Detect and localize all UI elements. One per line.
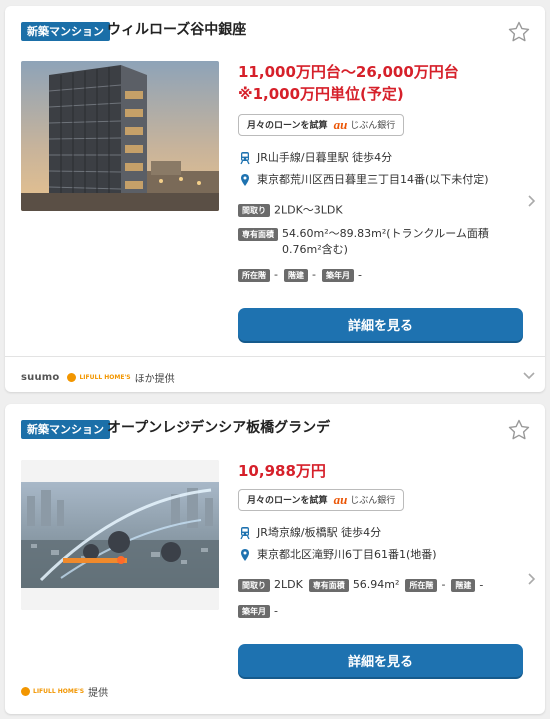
stories-tag: 階建 [451,578,476,592]
source-suffix: ほか提供 [134,374,175,385]
listing-photo[interactable] [21,460,219,610]
homes-logo: LIFULL HOME'S [21,687,84,696]
bank-name: じぶん銀行 [350,121,396,131]
price-note: ※1,000万円単位(予定) [238,85,404,103]
train-icon [240,151,250,164]
source-footer: LIFULL HOME'S 提供 [21,684,108,699]
address-row: 東京都北区滝野川6丁目61番1(地番) [238,547,528,562]
area-value: 54.60m²～89.83m²(トランクルーム面積0.76m²含む) [282,226,489,256]
loan-simulation-button[interactable]: 月々のローンを試算 au じぶん銀行 [238,488,405,511]
new-condo-badge: 新築マンション [21,420,110,439]
chevron-right-icon[interactable] [527,194,537,208]
floor-tag: 所在階 [238,268,270,282]
address-row: 東京都荒川区西日暮里三丁目14番(以下未付定) [238,172,528,187]
location-pin-icon [241,173,249,186]
specs: 間取り 2LDK～3LDK 専有面積 54.60m²～89.83m²(トランクルーム… [238,200,528,284]
built-row: 築年月 - [238,601,528,620]
area-tag: 専有面積 [308,578,349,592]
area-tag: 専有面積 [238,227,278,241]
station-text: JR埼京線/板橋駅 徒歩4分 [257,525,382,539]
stories-value: - [479,578,484,591]
specs: 間取り 2LDK 専有面積 56.94m² 所在階 - 階建 - 築年月 - [238,575,528,620]
listing-info: 10,988万円 月々のローンを試算 au じぶん銀行 JR埼京線/板橋駅 徒歩… [238,460,528,627]
listing-card[interactable]: 新築マンション オープンレジデンシア板橋グランデ 10,988万円 月々のローン… [5,404,545,714]
location-pin-icon [241,548,249,561]
built-value: - [274,604,278,617]
building-photo [21,61,219,211]
source-footer: suumo LIFULL HOME'S ほか提供 [21,370,175,385]
chevron-right-icon[interactable] [527,572,537,586]
station-row: JR埼京線/板橋駅 徒歩4分 [238,525,528,540]
divider [5,356,545,357]
au-logo: au [333,491,348,507]
aerial-photo [21,460,219,610]
detail-button[interactable]: 詳細を見る [238,308,523,341]
address-text: 東京都北区滝野川6丁目61番1(地番) [257,547,437,561]
star-icon[interactable] [507,20,531,44]
floor-value: - [274,268,278,281]
loan-label: 月々のローンを試算 [247,121,328,131]
listing-info: 11,000万円台～26,000万円台 ※1,000万円単位(予定) 月々のロー… [238,61,528,291]
layout-tag: 間取り [238,578,270,592]
layout-tag: 間取り [238,203,270,217]
price: 11,000万円台～26,000万円台 [238,63,459,81]
chevron-down-icon[interactable] [523,372,535,380]
stories-value: - [311,268,316,281]
area-value: 56.94m² [352,578,400,591]
train-icon [240,526,250,539]
floor-row: 所在階 - 階建 - 築年月 - [238,265,528,284]
star-icon[interactable] [507,418,531,442]
new-condo-badge: 新築マンション [21,22,110,41]
floor-tag: 所在階 [405,578,438,592]
stories-tag: 階建 [283,268,308,282]
listing-photo[interactable] [21,61,219,211]
au-logo: au [333,116,348,132]
built-tag: 築年月 [321,268,354,282]
bank-name: じぶん銀行 [350,496,396,506]
layout-row: 間取り 2LDK～3LDK [238,200,528,219]
floor-value: - [441,578,446,591]
source-suffix: 提供 [88,688,109,699]
homes-logo-text: LIFULL HOME'S [33,687,85,695]
listing-title[interactable]: オープンレジデンシア板橋グランデ [107,419,330,437]
layout-value: 2LDK～3LDK [274,203,343,216]
detail-button[interactable]: 詳細を見る [238,644,523,677]
listing-title[interactable]: ウィルローズ谷中銀座 [107,21,246,39]
suumo-logo: suumo [21,372,60,383]
area-row: 専有面積 54.60m²～89.83m²(トランクルーム面積0.76m²含む) [238,226,528,258]
layout-value: 2LDK [274,578,303,591]
homes-logo-text: LIFULL HOME'S [79,373,131,381]
layout-area-row: 間取り 2LDK 専有面積 56.94m² 所在階 - 階建 - [238,575,528,594]
station-text: JR山手線/日暮里駅 徒歩4分 [257,150,393,164]
address-text: 東京都荒川区西日暮里三丁目14番(以下未付定) [257,172,489,186]
homes-logo: LIFULL HOME'S [67,373,131,382]
station-row: JR山手線/日暮里駅 徒歩4分 [238,150,528,165]
loan-label: 月々のローンを試算 [247,496,328,506]
built-value: - [357,268,362,281]
built-tag: 築年月 [238,604,270,618]
loan-simulation-button[interactable]: 月々のローンを試算 au じぶん銀行 [238,113,405,136]
listing-card[interactable]: 新築マンション ウィルローズ谷中銀座 11,000万円台～26,000万円台 ※… [5,6,545,392]
price: 10,988万円 [238,462,326,480]
